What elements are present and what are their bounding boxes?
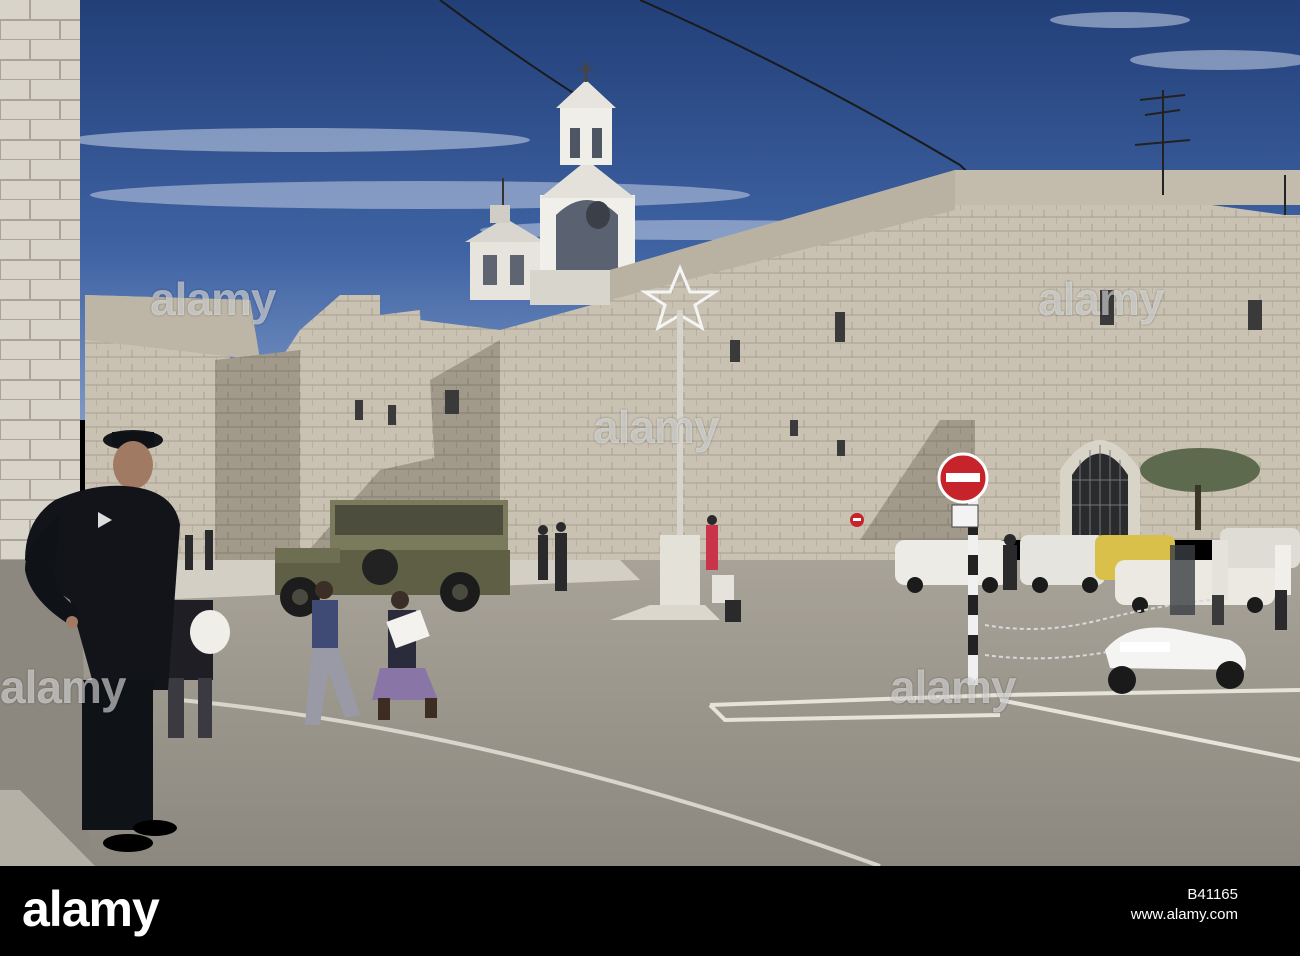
footer-url: www.alamy.com — [1130, 906, 1238, 923]
image-id: B41165 — [1187, 886, 1238, 903]
arched-door — [1060, 440, 1140, 540]
image-stage: alamy alamy alamy alamy alamy alamy B411… — [0, 0, 1300, 956]
watermark: alamy — [0, 661, 126, 713]
watermark: alamy — [150, 273, 276, 325]
watermark: alamy — [593, 401, 719, 453]
photo-bethlehem-square: alamy alamy alamy alamy alamy — [0, 0, 1300, 866]
footer-bar: alamy B41165 www.alamy.com — [0, 866, 1300, 956]
watermark: alamy — [890, 661, 1016, 713]
watermark: alamy — [1038, 273, 1164, 325]
footer-logo: alamy — [22, 881, 160, 937]
